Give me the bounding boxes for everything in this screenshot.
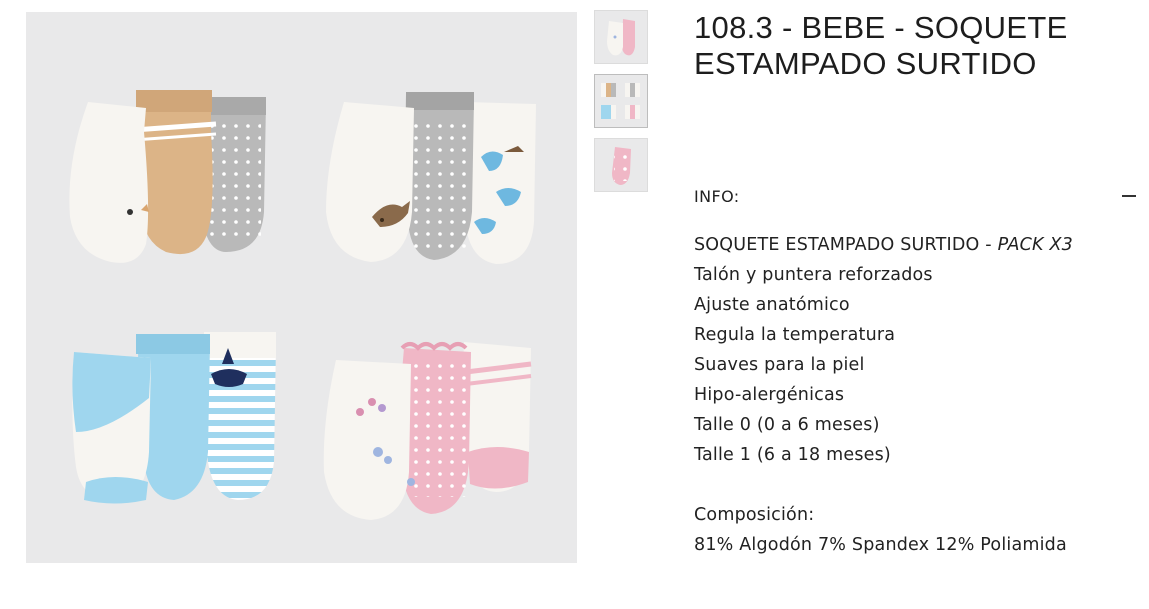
thumbnail-white-pink-socks[interactable] [594,10,648,64]
info-label: INFO: [694,186,740,206]
feature-item: Hipo-alergénicas [694,385,845,405]
description-main: SOQUETE ESTAMPADO SURTIDO - [694,235,998,255]
composition-label: Composición: [694,505,815,525]
pack-3 [72,332,276,504]
thumbnail-image [595,75,647,127]
info-accordion-header[interactable]: INFO: [694,184,1139,208]
product-page: 108.3 - BEBE - SOQUETE ESTAMPADO SURTIDO… [0,0,1149,609]
info-description: SOQUETE ESTAMPADO SURTIDO - PACK X3 Taló… [694,230,1134,560]
feature-item: Suaves para la piel [694,355,865,375]
thumbnail-four-packs[interactable] [594,74,648,128]
pack-2 [326,92,536,264]
feature-item: Talle 0 (0 a 6 meses) [694,415,880,435]
thumbnail-image [595,139,647,191]
sock-packs-illustration [69,90,536,520]
feature-item: Talón y puntera reforzados [694,265,933,285]
product-title: 108.3 - BEBE - SOQUETE ESTAMPADO SURTIDO [694,10,1068,81]
minus-icon[interactable] [1122,195,1136,197]
description-title: SOQUETE ESTAMPADO SURTIDO - PACK X3 [694,230,1134,260]
feature-item: Regula la temperatura [694,325,896,345]
main-product-image[interactable] [26,12,577,563]
pack-1 [69,90,266,263]
thumbnail-image [595,11,647,63]
feature-item: Talle 1 (6 a 18 meses) [694,445,891,465]
product-details: 108.3 - BEBE - SOQUETE ESTAMPADO SURTIDO… [694,10,1139,555]
feature-item: Ajuste anatómico [694,295,850,315]
thumbnail-list [594,10,650,202]
composition-value: 81% Algodón 7% Spandex 12% Poliamida [694,535,1067,555]
thumbnail-pink-sock[interactable] [594,138,648,192]
pack-4 [323,342,532,520]
description-pack: PACK X3 [997,235,1073,255]
